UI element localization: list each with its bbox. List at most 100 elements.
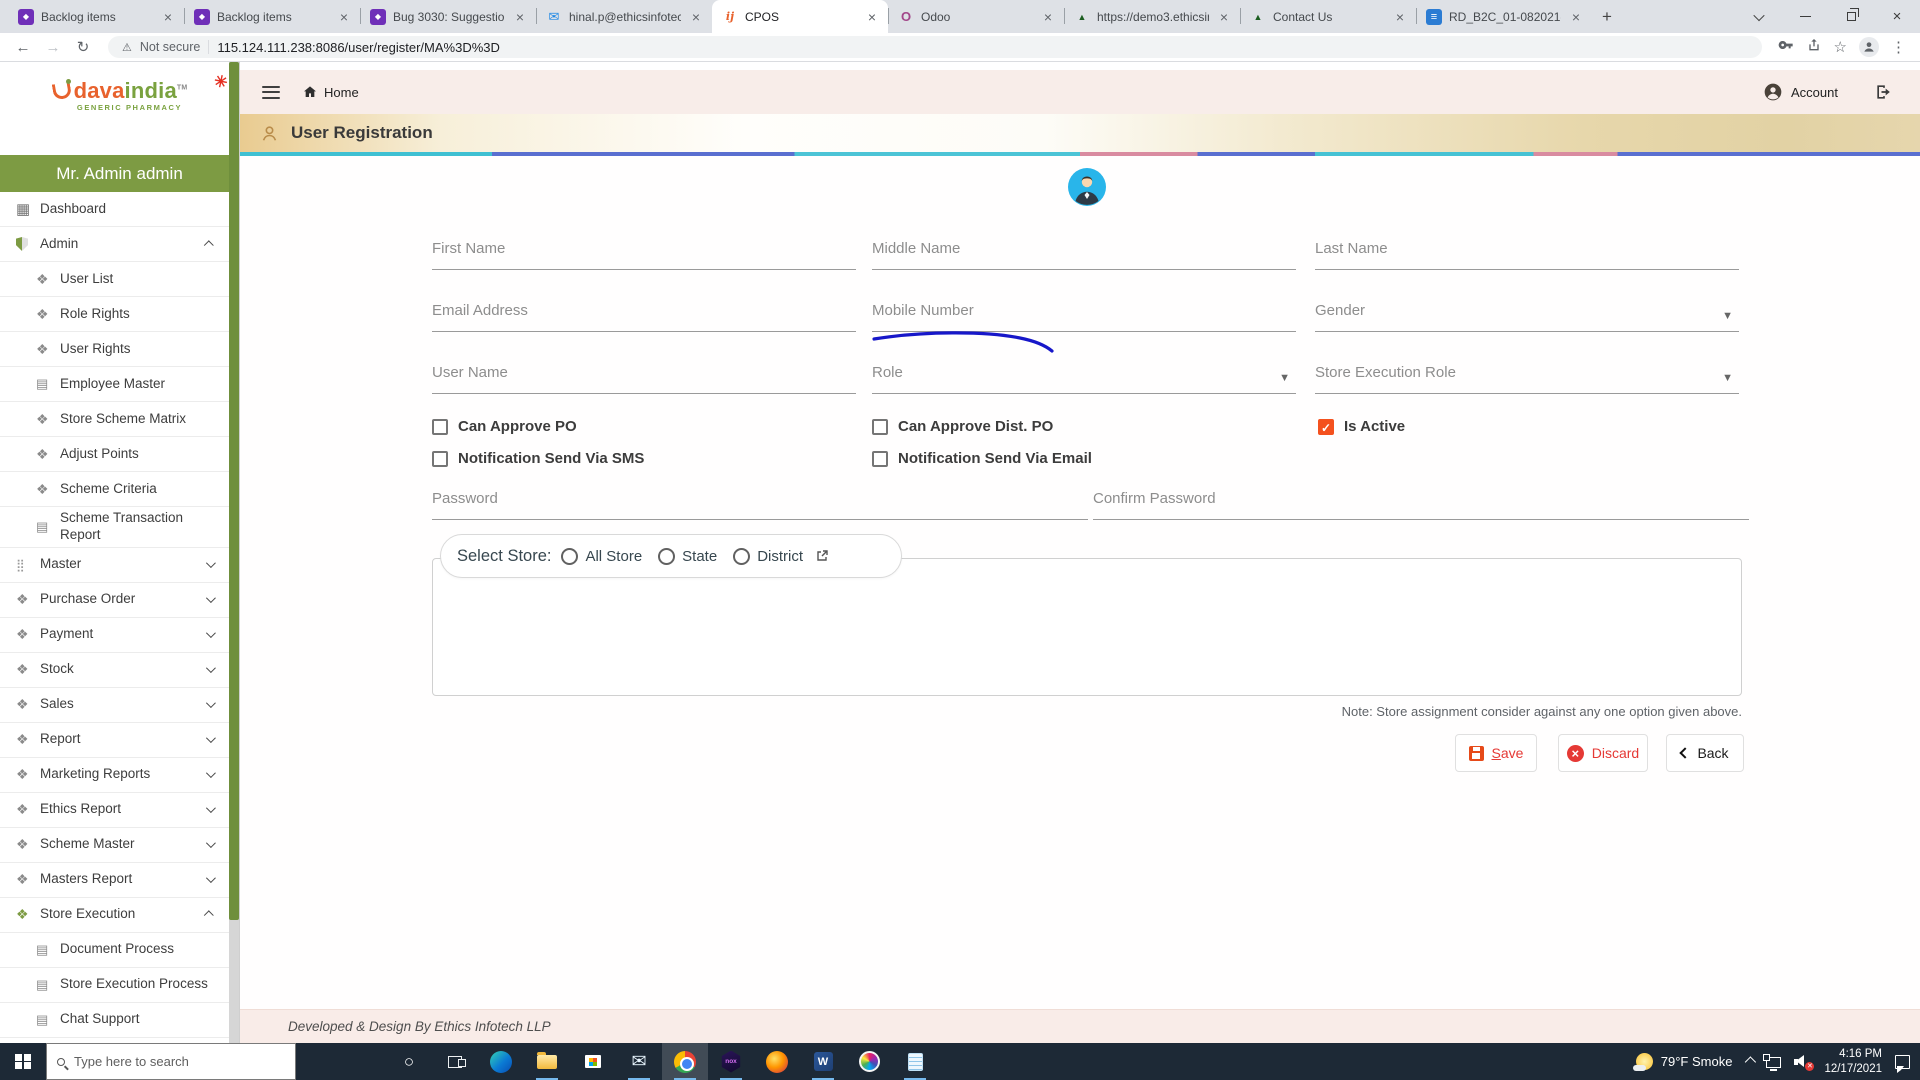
taskbar-app-button[interactable] [846, 1043, 892, 1080]
forward-button[interactable]: → [40, 39, 66, 56]
tab-close-icon[interactable]: × [160, 9, 176, 25]
sidebar-item[interactable]: Adjust Points [0, 437, 229, 472]
logout-button[interactable] [1874, 82, 1894, 102]
browser-tab[interactable]: CPOS × [712, 0, 888, 33]
confirm-password-field[interactable]: Confirm Password [1093, 482, 1749, 520]
sidebar-item[interactable]: Employee Master [0, 367, 229, 402]
browser-tab[interactable]: Bug 3030: Suggestion × [360, 0, 536, 33]
store-option-radio[interactable]: District [733, 547, 803, 565]
taskbar-app-button[interactable] [616, 1043, 662, 1080]
tab-close-icon[interactable]: × [512, 9, 528, 25]
sidebar-scrollbar[interactable] [229, 62, 239, 1043]
security-label[interactable]: Not secure [140, 40, 200, 54]
window-restore-button[interactable] [1828, 0, 1874, 33]
sidebar-item[interactable]: Scheme Transaction Report [0, 507, 229, 548]
search-input[interactable] [74, 1054, 285, 1069]
sidebar-item[interactable]: Store Execution Process [0, 968, 229, 1003]
account-button[interactable]: Account [1763, 82, 1838, 102]
tray-expand-icon[interactable] [1745, 1055, 1757, 1068]
mobile-number-field[interactable]: Mobile Number [872, 294, 1296, 332]
menu-toggle-button[interactable] [262, 85, 280, 99]
new-tab-button[interactable]: + [1592, 3, 1622, 31]
sidebar-item[interactable]: Master [0, 548, 229, 583]
weather-widget[interactable]: 79°F Smoke [1632, 1053, 1732, 1071]
share-icon[interactable] [1806, 37, 1822, 58]
sidebar-item[interactable]: Document Process [0, 933, 229, 968]
profile-photo-placeholder[interactable] [1068, 168, 1106, 206]
sidebar-item[interactable]: Dashboard [0, 192, 229, 227]
tab-close-icon[interactable]: × [864, 9, 880, 25]
bookmark-star-icon[interactable]: ☆ [1834, 38, 1847, 56]
store-option-radio[interactable]: State [658, 547, 717, 565]
window-close-button[interactable]: × [1874, 0, 1920, 33]
sidebar-item[interactable]: Store Scheme Matrix [0, 402, 229, 437]
scrollbar-thumb[interactable] [229, 62, 239, 920]
sidebar-item[interactable]: Sales [0, 688, 229, 723]
window-minimize-button[interactable] [1782, 0, 1828, 33]
store-execution-role-select[interactable]: Store Execution Role ▼ [1315, 356, 1739, 394]
url-text[interactable]: 115.124.111.238:8086/user/register/MA%3D… [217, 40, 500, 55]
browser-tab[interactable]: Odoo × [888, 0, 1064, 33]
store-option-radio[interactable]: All Store [561, 547, 642, 565]
password-field[interactable]: Password [432, 482, 1088, 520]
tab-search-chevron-icon[interactable] [1736, 0, 1782, 33]
reload-button[interactable]: ↻ [70, 38, 96, 56]
taskbar-search[interactable] [46, 1043, 296, 1080]
sidebar-item[interactable]: Report [0, 723, 229, 758]
home-button[interactable]: Home [302, 84, 359, 100]
browser-tab[interactable]: Backlog items × [8, 0, 184, 33]
sidebar-item[interactable]: Ethics Report [0, 793, 229, 828]
address-bar[interactable]: ⚠ Not secure 115.124.111.238:8086/user/r… [108, 36, 1762, 58]
key-icon[interactable] [1778, 37, 1794, 58]
is-active-checkbox[interactable]: Is Active [1318, 418, 1405, 435]
taskbar-app-button[interactable] [800, 1043, 846, 1080]
taskbar-app-button[interactable] [662, 1043, 708, 1080]
browser-menu-icon[interactable]: ⋮ [1891, 38, 1906, 56]
browser-tab[interactable]: Backlog items × [184, 0, 360, 33]
sidebar-item[interactable]: Marketing Reports [0, 758, 229, 793]
sidebar-item[interactable]: Stock [0, 653, 229, 688]
sidebar-item[interactable]: Role Rights [0, 297, 229, 332]
start-button[interactable] [0, 1043, 46, 1080]
tab-close-icon[interactable]: × [688, 9, 704, 25]
open-store-picker-icon[interactable] [815, 549, 829, 563]
tab-close-icon[interactable]: × [1568, 9, 1584, 25]
taskbar-app-button[interactable] [892, 1043, 938, 1080]
taskbar-app-button[interactable] [570, 1043, 616, 1080]
notification-sms-checkbox[interactable]: Notification Send Via SMS [432, 450, 644, 467]
notification-email-checkbox[interactable]: Notification Send Via Email [872, 450, 1092, 467]
browser-tab[interactable]: RD_B2C_01-082021- B × [1416, 0, 1592, 33]
tab-close-icon[interactable]: × [336, 9, 352, 25]
sidebar-item[interactable]: Store Execution [0, 898, 229, 933]
sidebar-item[interactable]: Scheme Criteria [0, 472, 229, 507]
profile-avatar-icon[interactable] [1859, 37, 1879, 57]
sidebar-item[interactable]: Chat Support [0, 1003, 229, 1038]
sidebar-item[interactable]: Admin [0, 227, 229, 262]
tab-close-icon[interactable]: × [1392, 9, 1408, 25]
role-select[interactable]: Role ▼ [872, 356, 1296, 394]
clock[interactable]: 4:16 PM 12/17/2021 [1824, 1047, 1882, 1077]
middle-name-field[interactable]: Middle Name [872, 232, 1296, 270]
taskbar-app-button[interactable] [432, 1043, 478, 1080]
sidebar-item[interactable]: User List [0, 262, 229, 297]
taskbar-app-button[interactable] [524, 1043, 570, 1080]
can-approve-po-checkbox[interactable]: Can Approve PO [432, 418, 577, 435]
can-approve-dist-po-checkbox[interactable]: Can Approve Dist. PO [872, 418, 1053, 435]
taskbar-app-button[interactable] [386, 1043, 432, 1080]
sidebar-item[interactable]: Scheme Master [0, 828, 229, 863]
first-name-field[interactable]: First Name [432, 232, 856, 270]
user-name-field[interactable]: User Name [432, 356, 856, 394]
discard-button[interactable]: Discard [1558, 734, 1648, 772]
email-field[interactable]: Email Address [432, 294, 856, 332]
taskbar-app-button[interactable] [754, 1043, 800, 1080]
gender-select[interactable]: Gender ▼ [1315, 294, 1739, 332]
sidebar-item[interactable]: Purchase Order [0, 583, 229, 618]
last-name-field[interactable]: Last Name [1315, 232, 1739, 270]
sidebar-item[interactable]: User Rights [0, 332, 229, 367]
network-icon[interactable] [1763, 1054, 1782, 1071]
browser-tab[interactable]: Contact Us × [1240, 0, 1416, 33]
red-badge-icon[interactable]: ✳ [212, 71, 229, 93]
sidebar-item[interactable]: Payment [0, 618, 229, 653]
tab-close-icon[interactable]: × [1216, 9, 1232, 25]
back-button-form[interactable]: Back [1666, 734, 1744, 772]
